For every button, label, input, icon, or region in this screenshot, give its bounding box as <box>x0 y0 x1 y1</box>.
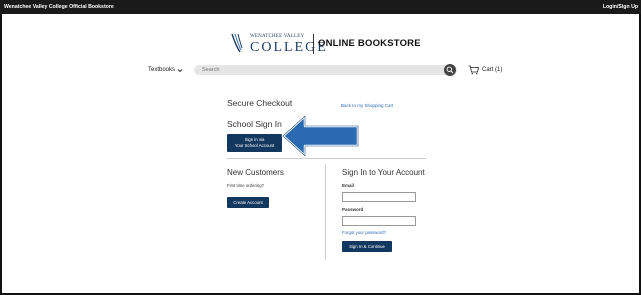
login-signup-link[interactable]: Login/Sign Up <box>603 4 638 10</box>
nav-row: Textbooks Cart (1) <box>0 64 641 79</box>
school-signin-heading: School Sign In <box>227 119 282 129</box>
cart-link[interactable]: Cart (1) <box>468 65 502 75</box>
search-button[interactable] <box>444 64 456 76</box>
chevron-down-icon <box>177 68 183 72</box>
top-bar: Wenatchee Valley College Official Bookst… <box>0 0 641 14</box>
school-account-signin-button[interactable]: Sign in via Your School Account <box>227 134 282 152</box>
store-logo[interactable]: WENATCHEE VALLEY COLLEGE ONLINE BOOKSTOR… <box>228 30 428 60</box>
email-label: Email <box>342 183 355 188</box>
logo-bookstore-text: ONLINE BOOKSTORE <box>318 38 421 49</box>
create-account-button[interactable]: Create Account <box>227 197 269 208</box>
cart-label: Cart (1) <box>482 67 503 73</box>
search-icon <box>446 66 454 74</box>
section-divider <box>227 158 426 159</box>
pointer-arrow-icon <box>281 114 360 158</box>
search-input[interactable] <box>202 66 432 74</box>
signin-heading: Sign In to Your Account <box>342 168 425 177</box>
search-bar <box>194 65 457 75</box>
logo-small-text: WENATCHEE VALLEY <box>250 34 305 39</box>
sso-button-line2: Your School Account <box>234 143 275 148</box>
logo-college-text: COLLEGE <box>250 40 328 55</box>
textbooks-label: Textbooks <box>148 67 176 73</box>
column-divider <box>325 164 326 260</box>
first-time-text: First time ordering? <box>227 183 265 188</box>
email-field[interactable] <box>342 192 416 202</box>
page-title: Secure Checkout <box>227 98 293 108</box>
college-mark-icon <box>231 33 243 53</box>
new-customers-heading: New Customers <box>227 168 284 177</box>
textbooks-dropdown[interactable]: Textbooks <box>148 67 183 73</box>
password-field[interactable] <box>342 216 416 226</box>
forgot-password-link[interactable]: Forgot your password? <box>342 230 386 235</box>
back-to-cart-link[interactable]: Back to my Shopping Cart <box>341 103 393 108</box>
cart-icon <box>468 65 479 75</box>
logo-divider <box>313 34 314 54</box>
password-label: Password <box>342 207 364 212</box>
store-name: Wenatchee Valley College Official Bookst… <box>4 4 114 10</box>
signin-continue-button[interactable]: Sign In & Continue <box>342 241 392 252</box>
